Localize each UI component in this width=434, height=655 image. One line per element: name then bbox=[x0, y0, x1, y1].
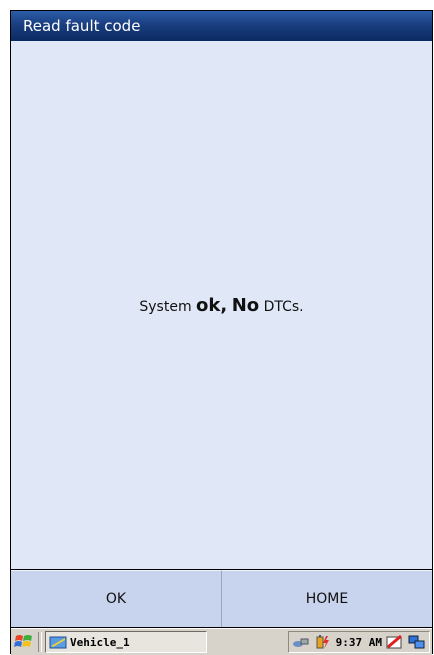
taskbar: Vehicle_1 9:37 AM bbox=[11, 628, 432, 655]
network-icon[interactable] bbox=[292, 634, 310, 650]
task-label: Vehicle_1 bbox=[70, 635, 130, 649]
task-button-vehicle[interactable]: Vehicle_1 bbox=[45, 631, 207, 653]
title-bar: Read fault code bbox=[11, 11, 432, 41]
system-tray: 9:37 AM bbox=[287, 631, 430, 653]
clock[interactable]: 9:37 AM bbox=[336, 636, 382, 649]
home-button-label: HOME bbox=[305, 591, 349, 607]
desktop-icon[interactable] bbox=[408, 634, 426, 650]
battery-icon[interactable] bbox=[314, 634, 332, 650]
message-prefix: System bbox=[139, 298, 192, 315]
content-area: System ok, No DTCs. bbox=[11, 41, 432, 569]
windows-flag-icon[interactable] bbox=[13, 632, 35, 652]
message-ok: ok, bbox=[196, 294, 228, 316]
home-button[interactable]: HOME bbox=[221, 570, 432, 627]
button-row: OK HOME bbox=[11, 570, 432, 627]
vehicle-app-icon bbox=[49, 634, 67, 650]
app-window: Read fault code System ok, No DTCs. OK H… bbox=[10, 10, 433, 655]
message-suffix: DTCs. bbox=[263, 298, 304, 315]
taskbar-separator bbox=[38, 632, 42, 652]
sync-icon[interactable] bbox=[386, 634, 404, 650]
status-message: System ok, No DTCs. bbox=[139, 295, 303, 316]
ok-button-label: OK bbox=[105, 591, 127, 607]
window-title: Read fault code bbox=[23, 17, 141, 35]
ok-button[interactable]: OK bbox=[11, 570, 221, 627]
message-no: No bbox=[231, 294, 260, 316]
